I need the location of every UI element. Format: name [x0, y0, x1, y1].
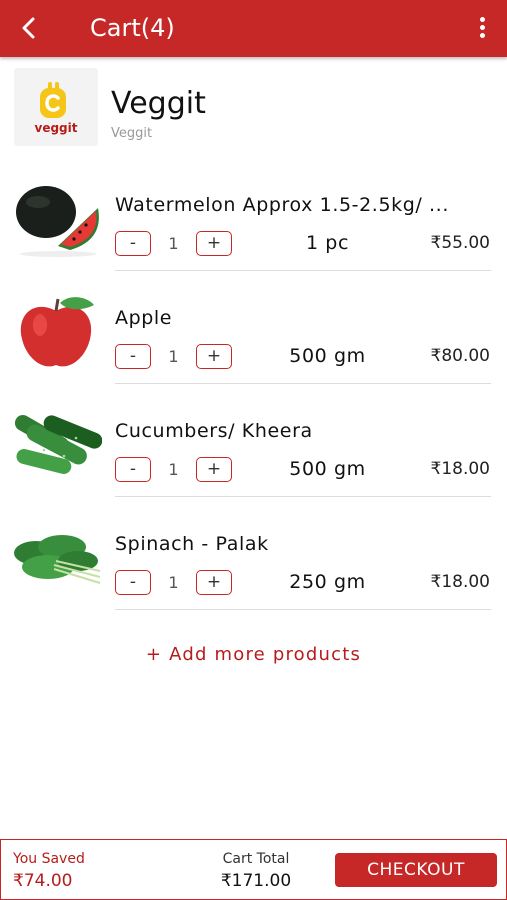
item-quantity: 1 — [168, 234, 179, 253]
add-more-products-link[interactable]: + Add more products — [0, 644, 507, 665]
back-button[interactable] — [14, 13, 44, 43]
divider — [115, 609, 491, 610]
saved-amount: ₹74.00 — [13, 871, 73, 891]
cucumber-image — [14, 415, 102, 474]
item-unit: 1 pc — [305, 232, 350, 254]
item-unit: 500 gm — [289, 345, 366, 367]
decrease-qty-button[interactable]: - — [115, 231, 151, 256]
apple-image — [20, 297, 94, 367]
decrease-qty-button[interactable]: - — [115, 457, 151, 482]
decrease-qty-button[interactable]: - — [115, 344, 151, 369]
item-unit: 250 gm — [289, 571, 366, 593]
saved-label: You Saved — [13, 851, 85, 867]
spinach-image — [14, 535, 101, 584]
store-name: Veggit — [111, 86, 206, 121]
cart-item: Spinach - Palak - 1 + 250 gm ₹18.00 — [0, 497, 507, 610]
increase-qty-button[interactable]: + — [196, 231, 232, 256]
page-title: Cart(4) — [90, 14, 175, 42]
item-price: ₹18.00 — [430, 572, 490, 592]
increase-qty-button[interactable]: + — [196, 457, 232, 482]
cart-footer: You Saved ₹74.00 Cart Total ₹171.00 CHEC… — [0, 839, 507, 900]
item-name: Cucumbers/ Kheera — [115, 420, 313, 442]
item-name: Watermelon Approx 1.5-2.5kg/ ... — [115, 194, 449, 216]
watermelon-image — [16, 186, 99, 257]
cart-total-amount: ₹171.00 — [220, 871, 292, 891]
item-unit: 500 gm — [289, 458, 366, 480]
store-logo-text: veggit — [34, 121, 78, 135]
item-price: ₹80.00 — [430, 346, 490, 366]
cart-items-list: Watermelon Approx 1.5-2.5kg/ ... - 1 + 1… — [0, 158, 507, 610]
back-arrow-icon — [22, 17, 35, 39]
item-quantity: 1 — [168, 460, 179, 479]
item-name: Apple — [115, 307, 173, 329]
increase-qty-button[interactable]: + — [196, 570, 232, 595]
veggit-logo-icon — [40, 82, 66, 118]
store-header: veggit Veggit Veggit — [12, 68, 492, 148]
item-quantity: 1 — [168, 347, 179, 366]
cart-total-label: Cart Total — [222, 851, 290, 867]
app-header: Cart(4) — [0, 0, 507, 57]
item-price: ₹18.00 — [430, 459, 490, 479]
increase-qty-button[interactable]: + — [196, 344, 232, 369]
store-subtitle: Veggit — [111, 126, 153, 141]
cart-item: Cucumbers/ Kheera - 1 + 500 gm ₹18.00 — [0, 384, 507, 497]
decrease-qty-button[interactable]: - — [115, 570, 151, 595]
item-quantity: 1 — [168, 573, 179, 592]
item-name: Spinach - Palak — [115, 533, 269, 555]
item-price: ₹55.00 — [430, 233, 490, 253]
cart-item: Apple - 1 + 500 gm ₹80.00 — [0, 271, 507, 384]
checkout-button[interactable]: CHECKOUT — [335, 853, 497, 887]
store-logo: veggit — [14, 68, 98, 146]
more-options-icon[interactable] — [477, 17, 487, 41]
cart-item: Watermelon Approx 1.5-2.5kg/ ... - 1 + 1… — [0, 158, 507, 271]
